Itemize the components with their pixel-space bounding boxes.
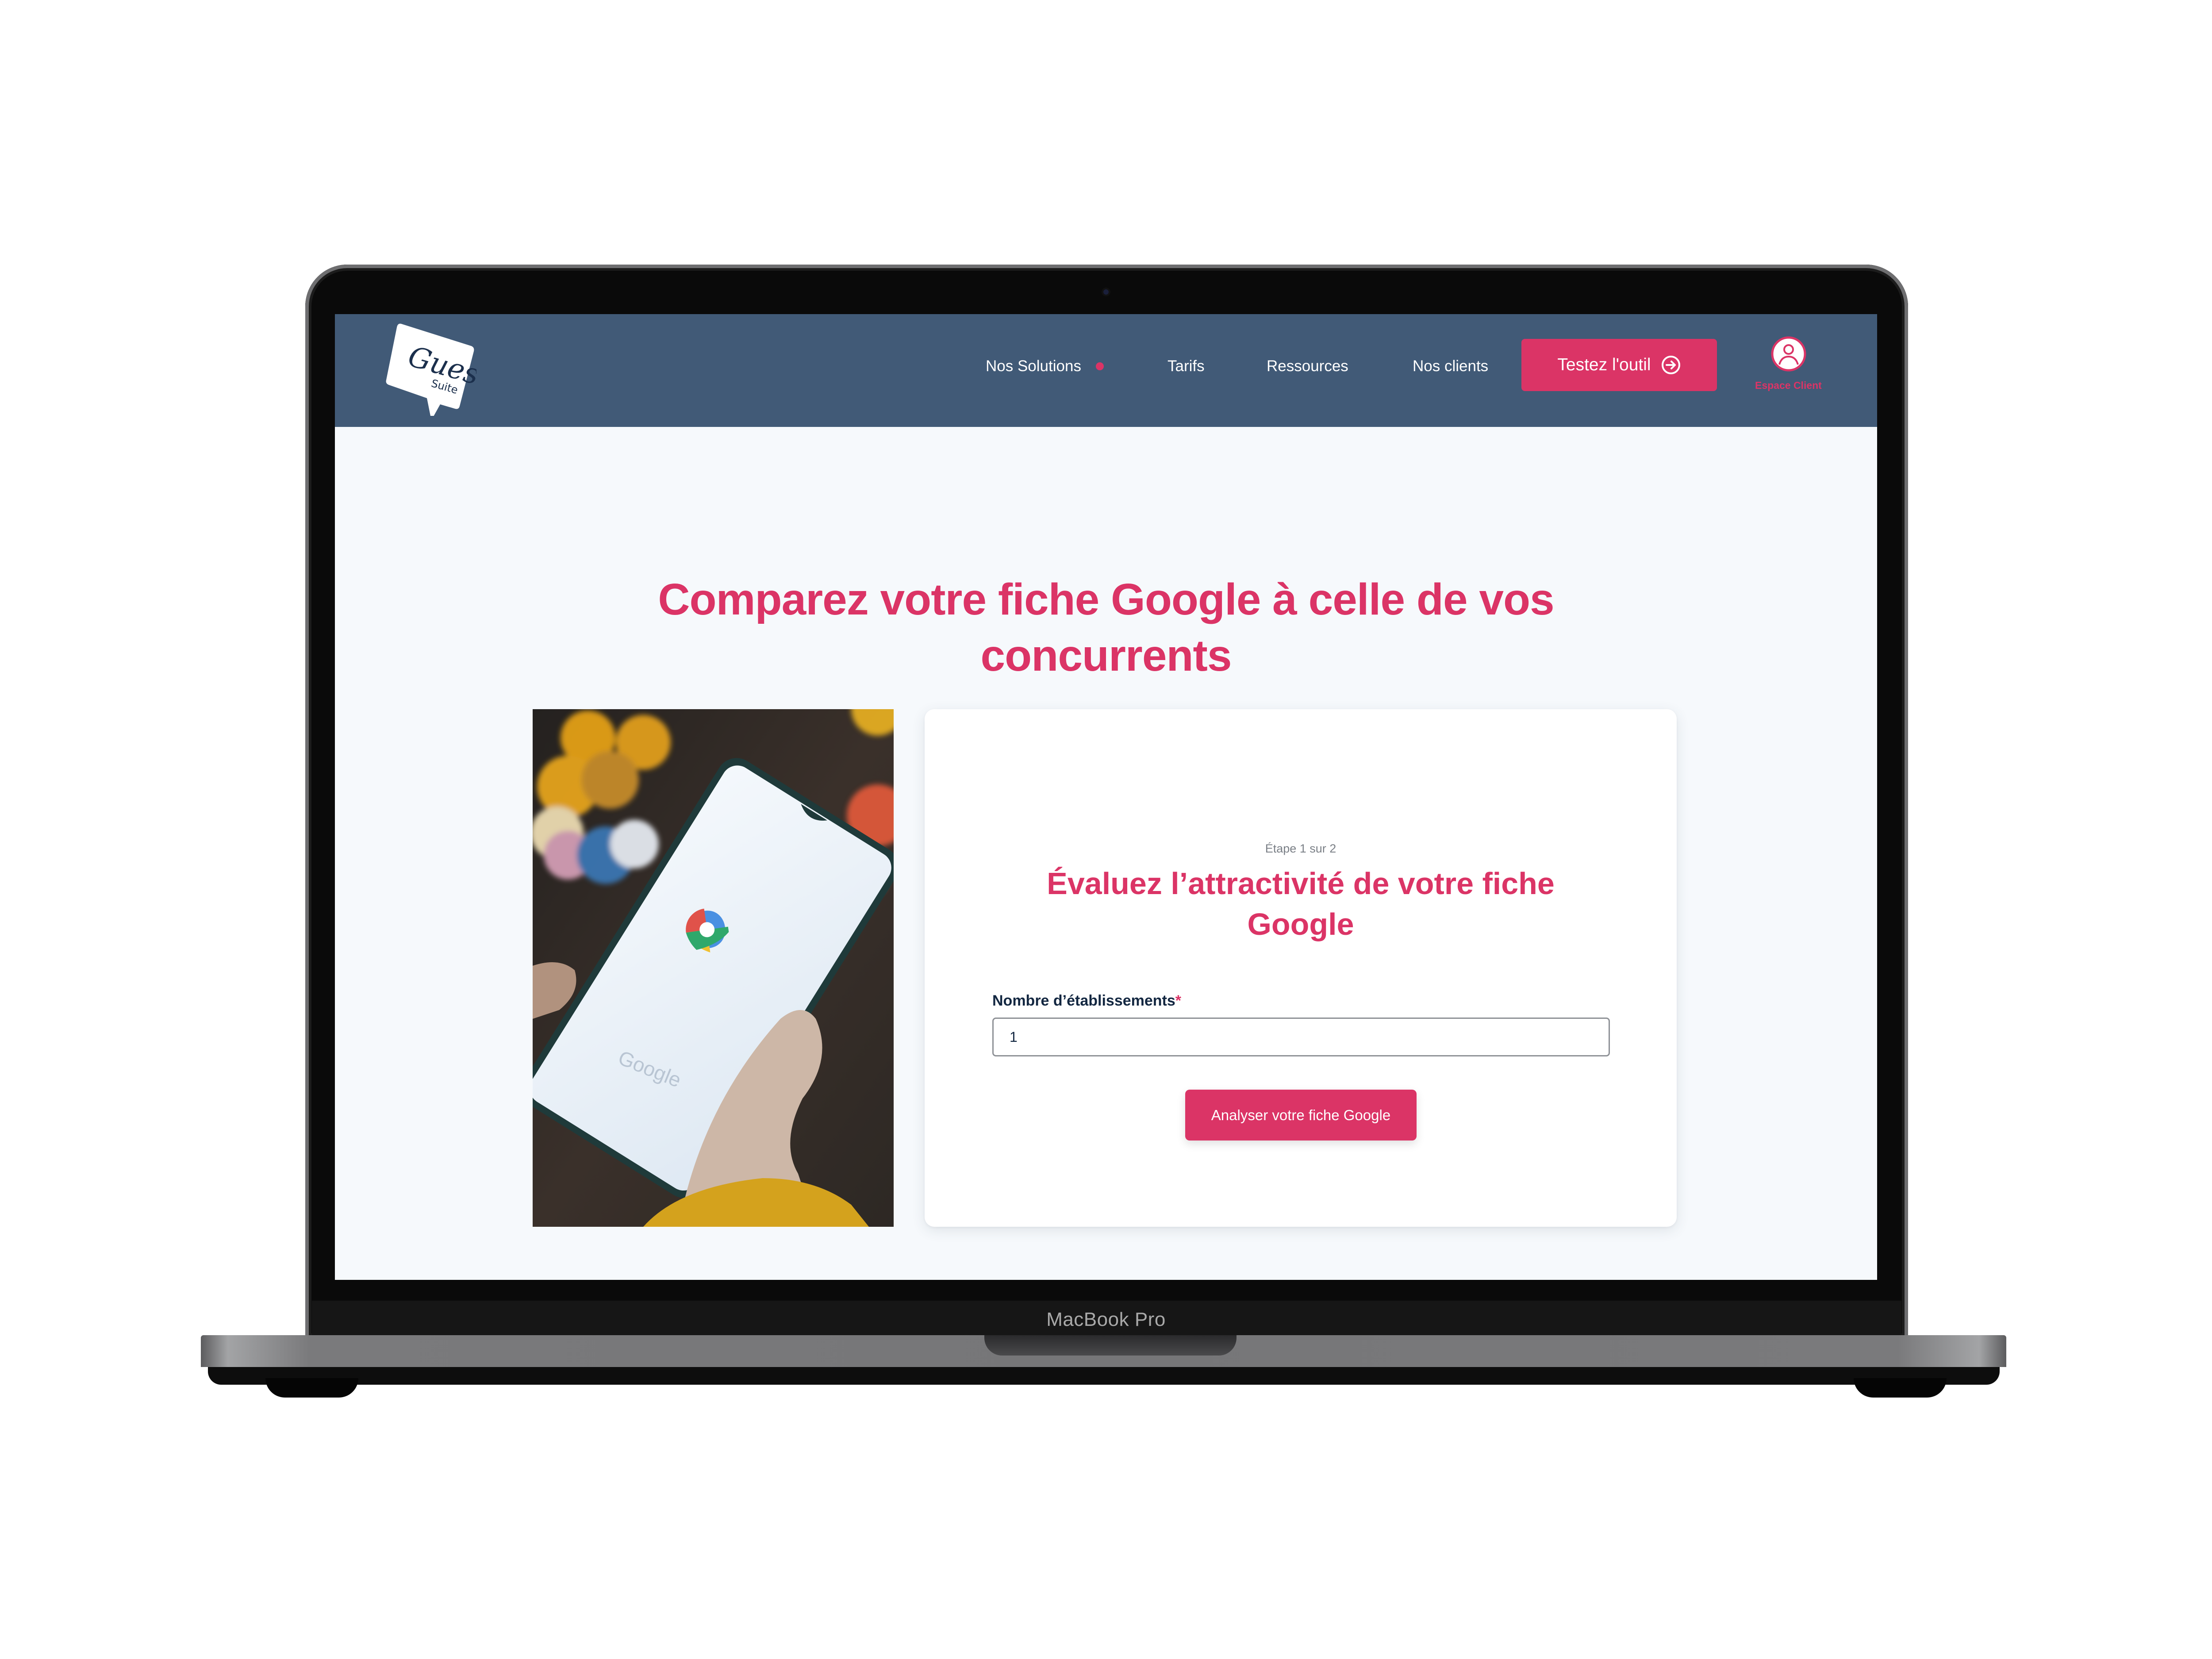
phone-google-maps-image: Google <box>533 709 894 1227</box>
device-label: MacBook Pro <box>1046 1309 1166 1330</box>
establishments-label-text: Nombre d’établissements <box>992 992 1175 1009</box>
client-area-link[interactable]: Espace Client <box>1755 336 1822 398</box>
nav-item-tarifs[interactable]: Tarifs <box>1167 357 1205 375</box>
nav-indicator-dot <box>1096 362 1104 370</box>
site-header: Guest Suite Nos Solutions Tarifs Ressour… <box>335 314 1877 427</box>
hero-photo: Google <box>533 709 894 1227</box>
laptop-foot-left <box>265 1378 358 1398</box>
guest-suite-logo[interactable]: Guest Suite <box>384 319 494 420</box>
analyze-listing-button[interactable]: Analyser votre fiche Google <box>1185 1090 1417 1141</box>
laptop-foot-right <box>1854 1378 1947 1398</box>
establishments-count-input[interactable] <box>992 1018 1610 1056</box>
laptop-notch <box>984 1335 1237 1356</box>
nav-item-clients[interactable]: Nos clients <box>1413 357 1488 375</box>
required-asterisk: * <box>1175 992 1182 1009</box>
page-title-line1: Comparez votre fiche Google à celle de v… <box>658 575 1554 624</box>
page-title-line2: concurrents <box>980 631 1232 680</box>
nav-item-solutions[interactable]: Nos Solutions <box>986 357 1081 375</box>
form-title-line1: Évaluez l’attractivité de votre fiche <box>1047 866 1555 901</box>
evaluation-form-card: Étape 1 sur 2 Évaluez l’attractivité de … <box>925 709 1677 1227</box>
test-tool-label: Testez l'outil <box>1557 355 1651 374</box>
speech-bubble-logo-icon: Guest Suite <box>386 323 494 420</box>
laptop-base-bottom <box>208 1367 2000 1385</box>
nav-item-ressources[interactable]: Ressources <box>1267 357 1348 375</box>
establishments-label: Nombre d’établissements* <box>992 992 1181 1010</box>
arrow-right-circle-icon <box>1661 356 1680 374</box>
form-title: Évaluez l’attractivité de votre fiche Go… <box>991 863 1610 945</box>
user-circle-icon <box>1771 336 1806 372</box>
browser-viewport: Guest Suite Nos Solutions Tarifs Ressour… <box>335 314 1877 1280</box>
test-tool-button[interactable]: Testez l'outil <box>1521 339 1717 391</box>
step-indicator: Étape 1 sur 2 <box>1265 842 1336 855</box>
client-area-label: Espace Client <box>1755 380 1822 391</box>
form-title-line2: Google <box>1247 907 1354 941</box>
page-title: Comparez votre fiche Google à celle de v… <box>335 572 1877 684</box>
camera-icon <box>1103 289 1109 295</box>
